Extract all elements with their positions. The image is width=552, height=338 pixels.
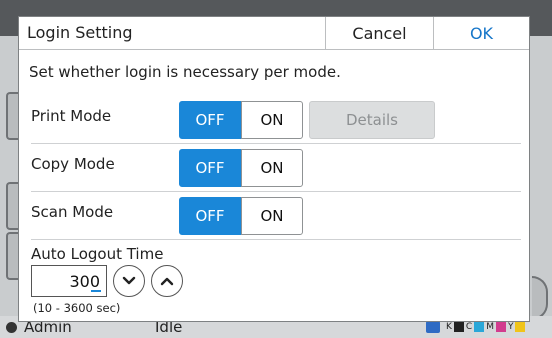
divider [31,239,521,240]
details-button: Details [309,101,435,139]
ink-label-m: M [486,322,494,332]
auto-logout-value: 300 [69,272,100,291]
print-mode-toggle: OFF ON [179,101,303,139]
ink-label-y: Y [507,322,514,332]
decrement-button[interactable] [113,265,145,297]
ink-swatch-k [453,322,464,332]
text-cursor [91,290,101,292]
scan-mode-off-button[interactable]: OFF [179,197,241,235]
ok-button[interactable]: OK [433,17,529,49]
print-mode-off-button[interactable]: OFF [179,101,241,139]
copy-mode-label: Copy Mode [31,155,115,173]
dialog-title: Login Setting [27,23,133,42]
login-setting-dialog: Login Setting Cancel OK Set whether logi… [18,16,530,322]
ink-swatch-m [495,322,506,332]
user-icon [6,322,17,333]
print-mode-label: Print Mode [31,107,112,125]
ink-label-c: C [465,322,473,332]
increment-button[interactable] [151,265,183,297]
auto-logout-input[interactable]: 300 [31,265,107,297]
ink-label-k: K [446,322,452,332]
divider [31,143,521,144]
copy-mode-toggle: OFF ON [179,149,303,187]
ink-swatch-c [474,322,485,332]
scan-mode-label: Scan Mode [31,203,114,221]
chevron-down-icon [122,276,136,285]
scan-mode-on-button[interactable]: ON [241,197,303,235]
auto-logout-label: Auto Logout Time [31,245,164,263]
cancel-button[interactable]: Cancel [325,17,433,49]
auto-logout-range: (10 - 3600 sec) [33,301,121,315]
divider [31,191,521,192]
ink-swatch-y [515,322,526,332]
scan-mode-toggle: OFF ON [179,197,303,235]
printer-icon [426,321,440,333]
dialog-description: Set whether login is necessary per mode. [29,63,341,81]
copy-mode-on-button[interactable]: ON [241,149,303,187]
background-side-handle [532,276,548,320]
ink-levels: K C M Y [426,320,526,334]
print-mode-on-button[interactable]: ON [241,101,303,139]
dialog-title-bar: Login Setting Cancel OK [19,17,529,50]
chevron-up-icon [160,277,174,286]
copy-mode-off-button[interactable]: OFF [179,149,241,187]
